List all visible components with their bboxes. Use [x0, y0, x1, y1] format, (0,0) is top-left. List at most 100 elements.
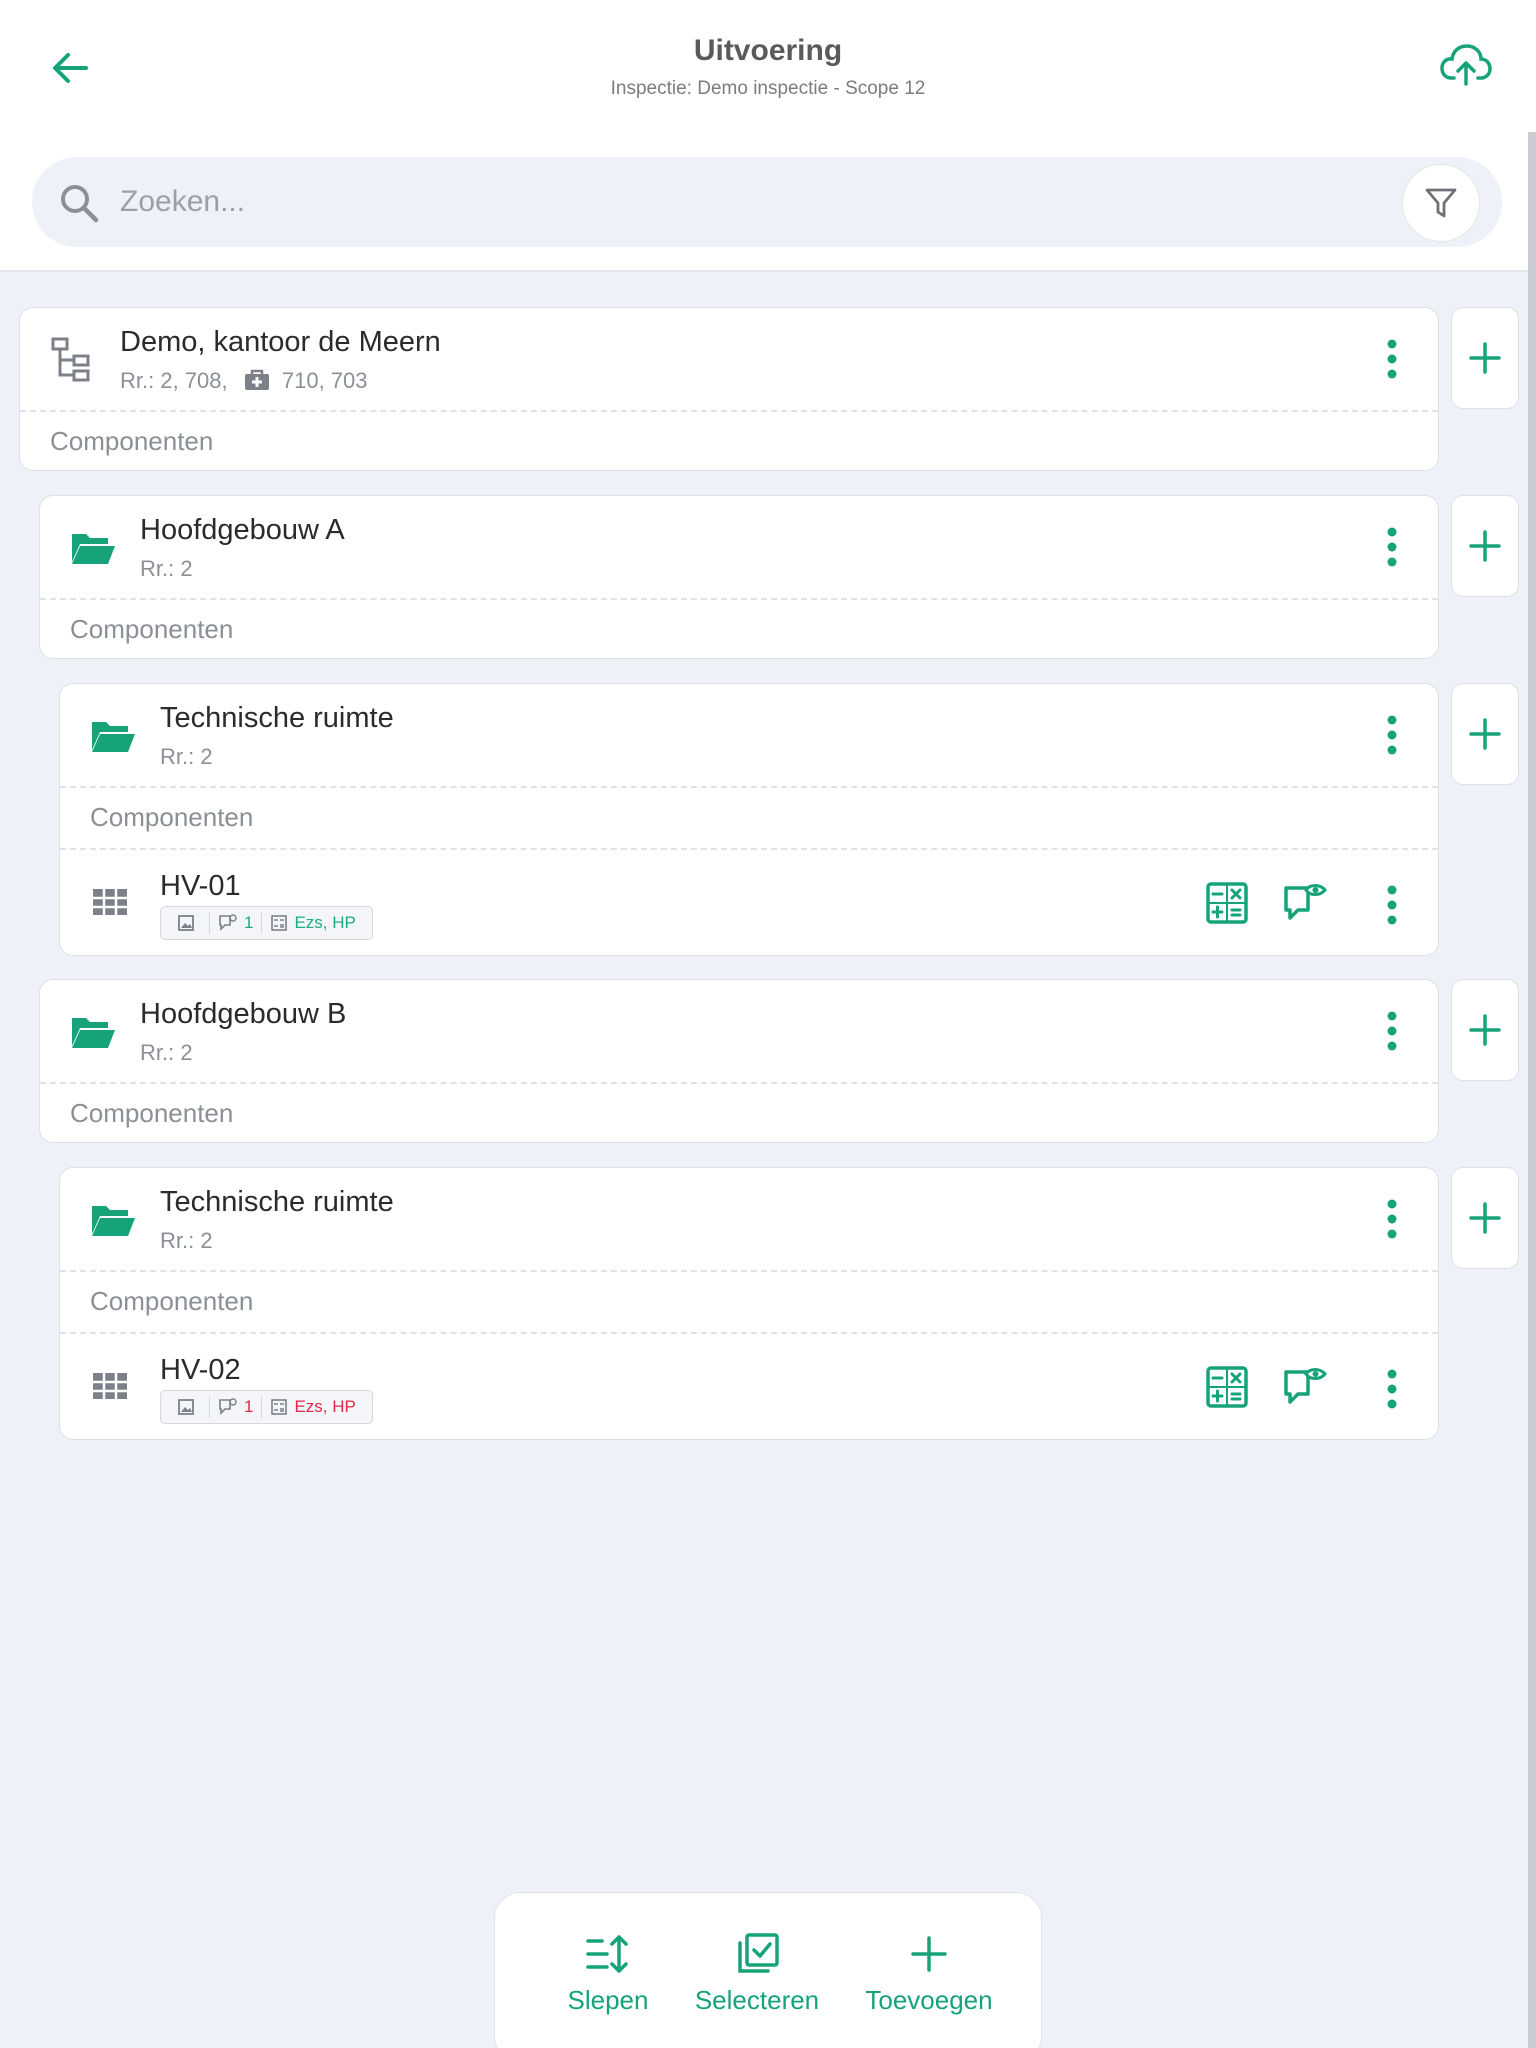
- location-rr: Rr.: 2, 708, 710, 703: [120, 368, 368, 394]
- building-card: Hoofdgebouw B Rr.: 2 Componenten: [39, 979, 1439, 1143]
- more-vertical-icon[interactable]: [1386, 1368, 1398, 1410]
- room-rr: Rr.: 2: [160, 744, 213, 769]
- components-row[interactable]: Componenten: [60, 1270, 1438, 1330]
- components-row[interactable]: Componenten: [40, 1082, 1438, 1142]
- filter-icon: [1425, 188, 1457, 218]
- components-label: Componenten: [70, 1098, 234, 1128]
- building-card: Hoofdgebouw A Rr.: 2 Componenten: [39, 495, 1439, 659]
- calculator-icon[interactable]: [1204, 1364, 1250, 1410]
- components-row[interactable]: Componenten: [20, 410, 1438, 470]
- more-vertical-icon[interactable]: [1386, 714, 1398, 756]
- plus-icon: [1469, 530, 1501, 562]
- building-rr: Rr.: 2: [140, 1040, 193, 1065]
- select-multiple-icon: [738, 1933, 779, 1973]
- sort-drag-icon: [586, 1935, 628, 1973]
- more-vertical-icon[interactable]: [1386, 1010, 1398, 1052]
- cloud-upload-icon: [1440, 44, 1492, 86]
- component-item[interactable]: HV-02 1 Ezs, HP: [60, 1332, 1438, 1438]
- plus-icon: [1469, 1202, 1501, 1234]
- drag-label: Slepen: [567, 1985, 649, 2015]
- remarks-count: 1: [244, 913, 254, 932]
- more-vertical-icon[interactable]: [1386, 884, 1398, 926]
- bottom-action-bar: Slepen Selecteren Toevoegen: [494, 1892, 1042, 2048]
- more-vertical-icon[interactable]: [1386, 526, 1398, 568]
- add-child-button[interactable]: [1451, 495, 1519, 597]
- components-label: Componenten: [90, 1286, 254, 1316]
- photo-badge: [169, 912, 210, 934]
- building-title: Hoofdgebouw B: [140, 998, 347, 1030]
- component-badges: 1 Ezs, HP: [160, 1390, 373, 1424]
- add-button[interactable]: Toevoegen: [859, 1933, 999, 2016]
- remarks-badge: 1: [210, 1396, 263, 1418]
- room-title: Technische ruimte: [160, 702, 394, 734]
- component-item[interactable]: HV-01 1 Ezs, HP: [60, 848, 1438, 954]
- more-vertical-icon[interactable]: [1386, 1198, 1398, 1240]
- comment-icon: [219, 914, 237, 931]
- location-title: Demo, kantoor de Meern: [120, 326, 441, 358]
- components-row[interactable]: Componenten: [40, 598, 1438, 658]
- components-label: Componenten: [50, 426, 214, 456]
- calculator-icon: [271, 1399, 288, 1415]
- add-child-button[interactable]: [1451, 979, 1519, 1081]
- calc-badge: Ezs, HP: [262, 1396, 363, 1418]
- cloud-upload-button[interactable]: [1440, 42, 1492, 88]
- page-title: Uitvoering: [693, 34, 843, 67]
- filter-button[interactable]: [1402, 164, 1480, 242]
- comment-icon: [219, 1398, 237, 1415]
- add-child-button[interactable]: [1451, 307, 1519, 409]
- location-row[interactable]: Demo, kantoor de Meern Rr.: 2, 708, 710,…: [20, 308, 1438, 410]
- plus-icon: [1469, 1014, 1501, 1046]
- plus-icon: [911, 1936, 947, 1972]
- component-name: HV-01: [160, 870, 241, 902]
- building-row[interactable]: Hoofdgebouw B Rr.: 2: [40, 980, 1438, 1082]
- plus-icon: [1469, 342, 1501, 374]
- remarks-badge: 1: [210, 912, 263, 934]
- select-label: Selecteren: [694, 1985, 820, 2015]
- location-card: Demo, kantoor de Meern Rr.: 2, 708, 710,…: [19, 307, 1439, 471]
- components-row[interactable]: Componenten: [60, 786, 1438, 846]
- component-labels: Ezs, HP: [294, 1397, 356, 1416]
- calculator-icon: [271, 915, 288, 931]
- drag-button[interactable]: Slepen: [545, 1933, 671, 2016]
- components-label: Componenten: [90, 802, 254, 832]
- building-rr: Rr.: 2: [140, 556, 193, 581]
- component-badges: 1 Ezs, HP: [160, 906, 373, 940]
- plus-icon: [1469, 718, 1501, 750]
- page-subtitle: Inspectie: Demo inspectie - Scope 12: [610, 78, 926, 99]
- rr-text: Rr.: 2, 708,: [120, 368, 228, 393]
- select-button[interactable]: Selecteren: [687, 1933, 827, 2016]
- more-vertical-icon[interactable]: [1386, 338, 1398, 380]
- comment-eye-icon[interactable]: [1282, 880, 1328, 926]
- room-row[interactable]: Technische ruimte Rr.: 2: [60, 1168, 1438, 1270]
- photo-badge: [169, 1396, 210, 1418]
- room-card: Technische ruimte Rr.: 2 Componenten HV-…: [59, 683, 1439, 956]
- folder-open-icon: [92, 722, 135, 752]
- grid-icon: [93, 889, 127, 915]
- search-box: [32, 157, 1502, 247]
- scrollbar[interactable]: [1528, 132, 1536, 2048]
- comment-eye-icon[interactable]: [1282, 1364, 1328, 1410]
- folder-open-icon: [72, 534, 115, 564]
- search-input[interactable]: [120, 177, 1320, 227]
- room-card: Technische ruimte Rr.: 2 Componenten HV-…: [59, 1167, 1439, 1440]
- remarks-count: 1: [244, 1397, 254, 1416]
- calc-badge: Ezs, HP: [262, 912, 363, 934]
- building-row[interactable]: Hoofdgebouw A Rr.: 2: [40, 496, 1438, 598]
- app-header: Uitvoering Inspectie: Demo inspectie - S…: [0, 0, 1536, 132]
- component-name: HV-02: [160, 1354, 241, 1386]
- rr-extra: 710, 703: [281, 368, 368, 393]
- component-labels: Ezs, HP: [294, 913, 356, 932]
- calculator-icon[interactable]: [1204, 880, 1250, 926]
- hierarchy-icon: [51, 337, 90, 382]
- image-icon: [178, 1399, 194, 1415]
- image-icon: [178, 915, 194, 931]
- medical-kit-icon: [244, 369, 269, 390]
- room-row[interactable]: Technische ruimte Rr.: 2: [60, 684, 1438, 786]
- search-bar-area: [0, 132, 1536, 272]
- grid-icon: [93, 1373, 127, 1399]
- add-child-button[interactable]: [1451, 683, 1519, 785]
- add-child-button[interactable]: [1451, 1167, 1519, 1269]
- add-label: Toevoegen: [865, 1985, 993, 2015]
- building-title: Hoofdgebouw A: [140, 514, 345, 546]
- components-label: Componenten: [70, 614, 234, 644]
